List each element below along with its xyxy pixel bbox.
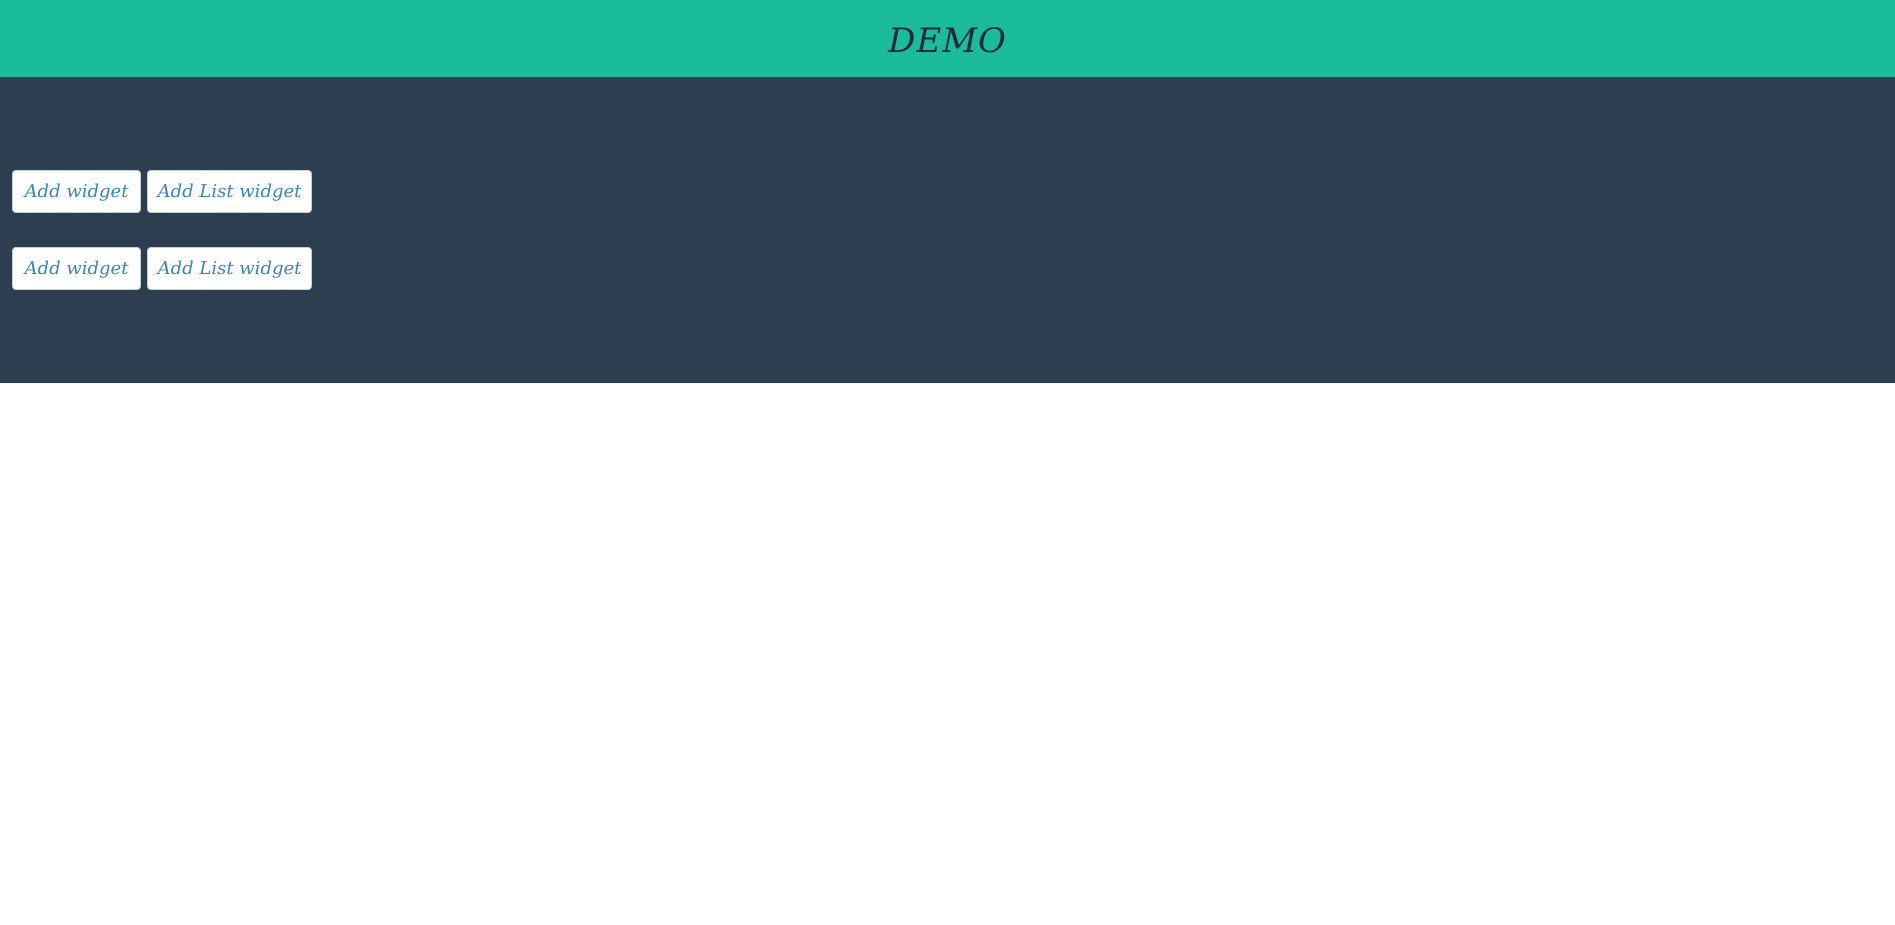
button-row: Add widget Add List widget [12,170,312,213]
button-row: Add widget Add List widget [12,247,312,290]
page-title: DEMO [888,20,1007,61]
add-widget-button[interactable]: Add widget [12,247,141,290]
widget-area: Add widget Add List widget Add widget Ad… [0,77,1895,383]
add-widget-button[interactable]: Add widget [12,170,141,213]
add-list-widget-button[interactable]: Add List widget [147,247,312,290]
header-bar: DEMO [0,0,1895,77]
add-list-widget-button[interactable]: Add List widget [147,170,312,213]
